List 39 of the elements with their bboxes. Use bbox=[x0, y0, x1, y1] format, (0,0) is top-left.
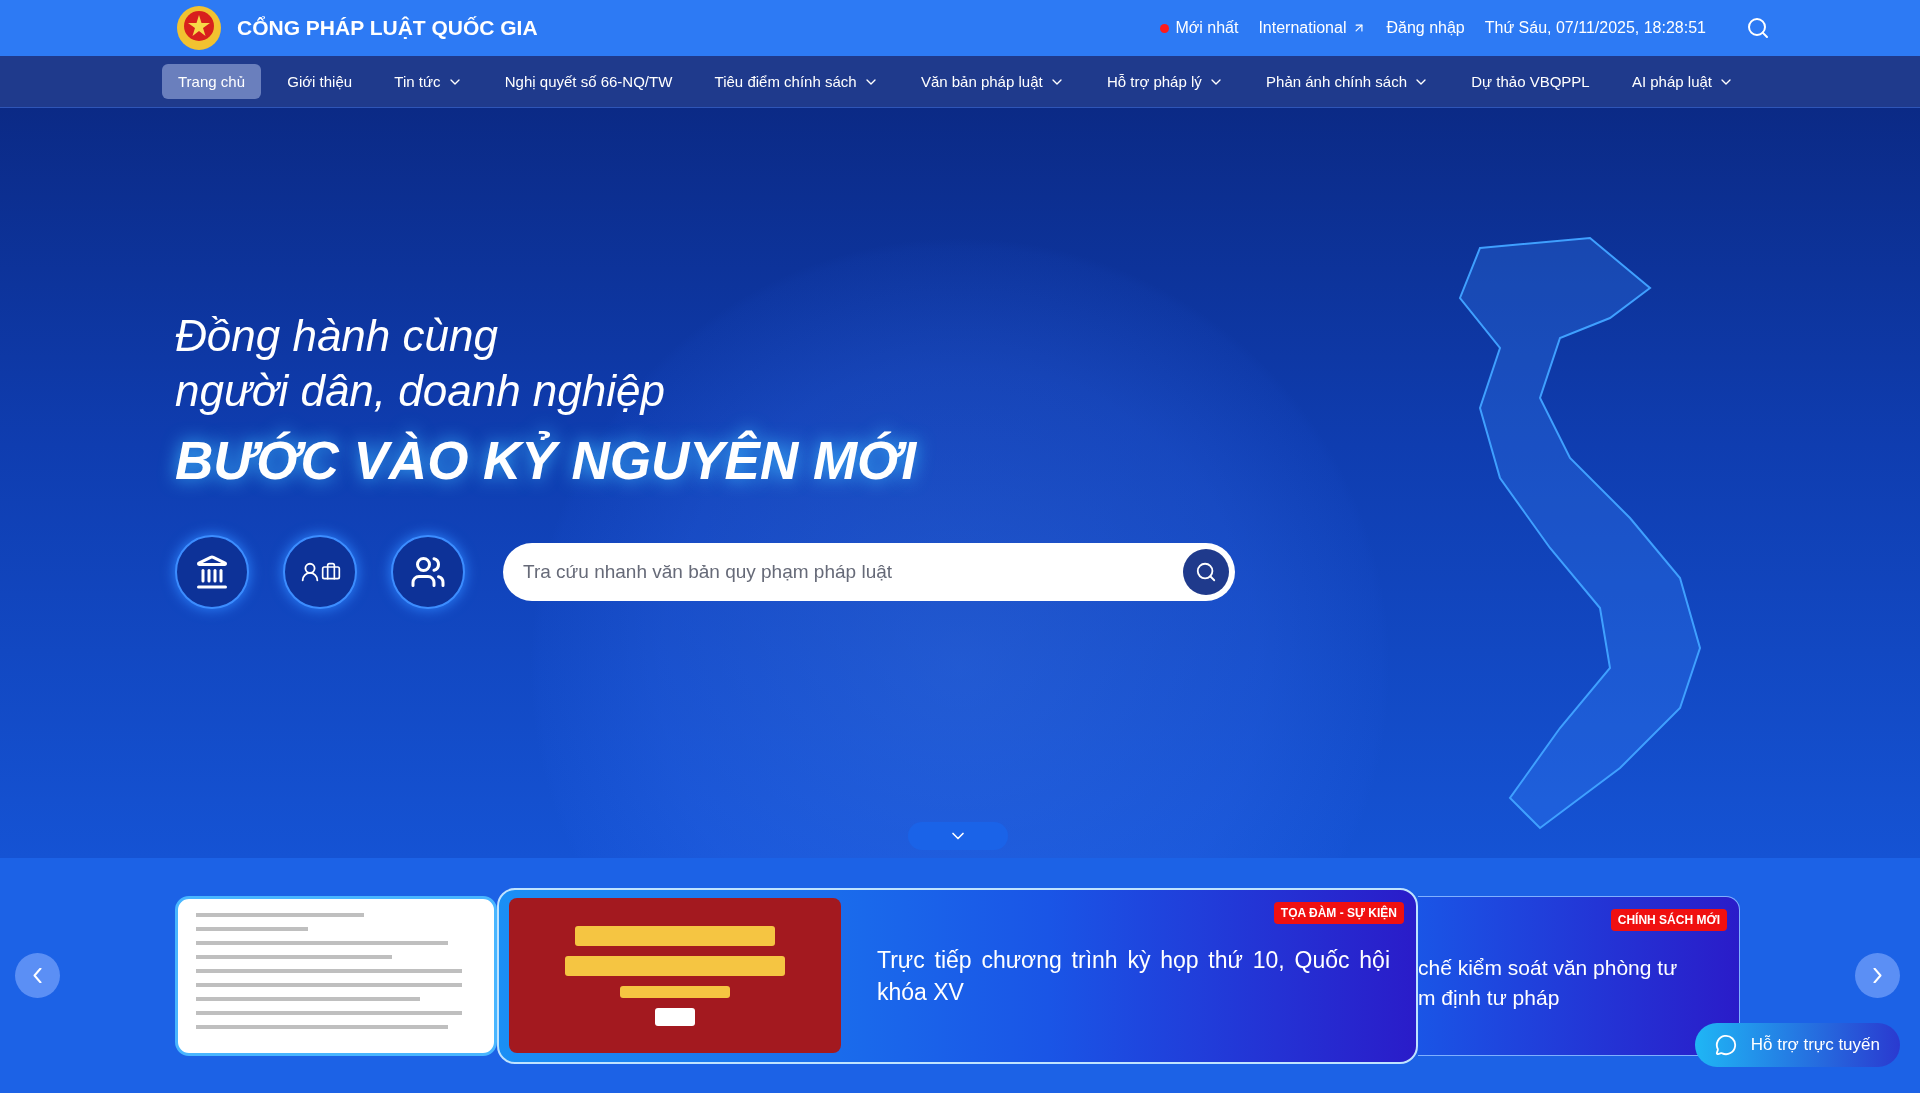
nav-item[interactable]: Nghị quyết số 66-NQ/TW bbox=[488, 64, 689, 99]
emblem-logo-icon[interactable] bbox=[175, 4, 223, 52]
document-thumbnail[interactable] bbox=[175, 895, 497, 1056]
search-icon bbox=[1195, 561, 1217, 583]
news-title[interactable]: chế kiểm soát văn phòng tư m định tư pháp bbox=[1418, 952, 1717, 1013]
nav-item[interactable]: Phản ánh chính sách bbox=[1250, 64, 1445, 99]
site-title[interactable]: CỔNG PHÁP LUẬT QUỐC GIA bbox=[237, 16, 538, 40]
search-field[interactable]: Tra cứu nhanh văn bản quy phạm pháp luật bbox=[503, 543, 1235, 601]
online-support-button[interactable]: Hỗ trợ trực tuyến bbox=[1694, 1023, 1900, 1067]
hero-tagline: người dân, doanh nghiệp bbox=[175, 365, 666, 417]
previous-button[interactable] bbox=[15, 953, 60, 998]
header-link[interactable]: Mới nhất bbox=[1160, 19, 1239, 37]
hero-headline: BƯỚC VÀO KỶ NGUYÊN MỚI bbox=[175, 430, 918, 491]
nav-item[interactable]: Giới thiệu bbox=[271, 64, 369, 99]
government-building-icon[interactable] bbox=[175, 535, 249, 609]
chat-bubble-icon bbox=[1714, 1034, 1737, 1056]
news-title[interactable]: Trực tiếp chương trình kỳ họp thứ 10, Quốc hội khóa XV bbox=[877, 943, 1406, 1008]
next-button[interactable] bbox=[1855, 953, 1900, 998]
nav-item[interactable]: Văn bản pháp luật bbox=[904, 64, 1081, 99]
users-icon[interactable] bbox=[391, 535, 465, 609]
nav-item[interactable]: Tiêu điểm chính sách bbox=[698, 64, 895, 99]
search-icon bbox=[1746, 16, 1770, 40]
nav-item[interactable]: Tin tức bbox=[378, 64, 479, 99]
category-tag: CHÍNH SÁCH MỚI bbox=[1610, 908, 1727, 931]
category-tag: TỌA ĐÀM - SỰ KIỆN bbox=[1273, 901, 1404, 924]
chevron-right-icon bbox=[1873, 968, 1882, 983]
business-person-icon[interactable] bbox=[283, 535, 357, 609]
live-dot-icon bbox=[1160, 23, 1170, 33]
nav-item[interactable]: Trang chủ bbox=[162, 64, 261, 99]
nav-item[interactable]: Dự thảo VBQPPL bbox=[1455, 64, 1606, 99]
news-card[interactable]: CHÍNH SÁCH MỚI chế kiểm soát văn phòng tư m định tư pháp bbox=[1418, 895, 1740, 1056]
header-link[interactable]: Đăng nhập bbox=[1386, 19, 1465, 37]
header-link[interactable]: International bbox=[1258, 19, 1367, 37]
nav-item[interactable]: Hỗ trợ pháp lý bbox=[1090, 64, 1240, 99]
date-time: Thứ Sáu, 07/11/2025, 18:28:51 bbox=[1484, 19, 1706, 37]
featured-news-card[interactable]: Trực tiếp chương trình kỳ họp thứ 10, Quốc hội khóa XV TỌA ĐÀM - SỰ KIỆN bbox=[497, 887, 1418, 1064]
chevron-left-icon bbox=[33, 968, 42, 983]
hero-tagline: Đồng hành cùng bbox=[175, 310, 499, 362]
nav-item[interactable]: AI pháp luật bbox=[1615, 64, 1750, 99]
